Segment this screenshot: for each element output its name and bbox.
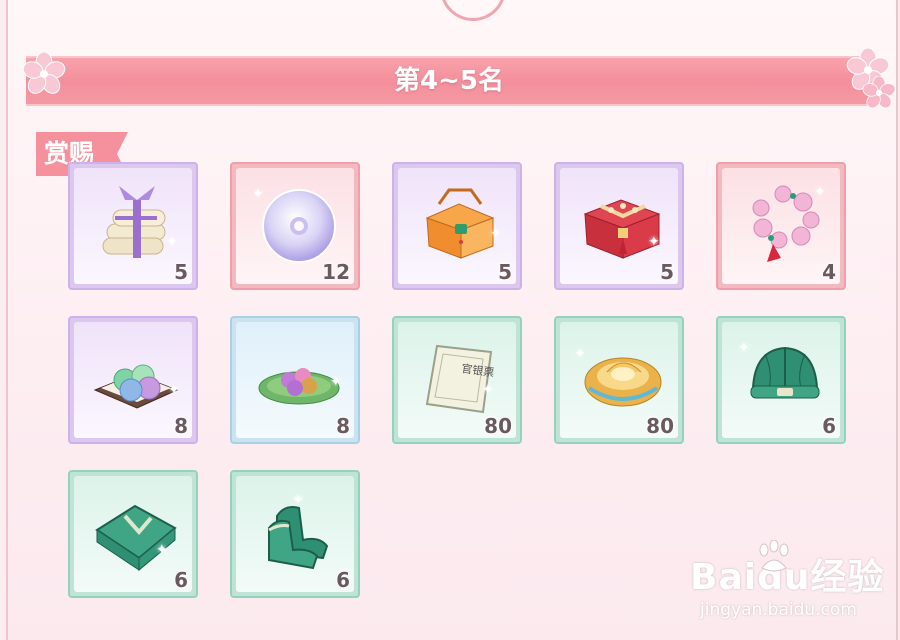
item-count: 4 [822, 260, 836, 284]
reward-item-silver-note[interactable]: 官银票 ✦ 80 [392, 316, 522, 444]
reward-item-lotus-leaf-pearls[interactable]: ✦ 8 [230, 316, 360, 444]
orange-chest-icon [425, 188, 495, 259]
rank-title-bar: 第4~5名 [26, 56, 872, 106]
reward-item-silk-scroll-bundle[interactable]: ✦ 5 [68, 162, 198, 290]
reward-item-green-boots[interactable]: ✦ 6 [230, 470, 360, 598]
watermark-url: jingyan.baidu.com [700, 600, 857, 620]
paw-logo-icon [759, 540, 789, 572]
reward-item-green-cap[interactable]: ✦ 6 [716, 316, 846, 444]
item-count: 5 [660, 260, 674, 284]
item-count: 12 [322, 260, 350, 284]
gold-ingot-icon [584, 357, 662, 407]
item-count: 8 [336, 414, 350, 438]
item-count: 80 [484, 414, 512, 438]
item-count: 6 [174, 568, 188, 592]
sakura-flower-icon [862, 76, 896, 109]
item-count: 5 [174, 260, 188, 284]
reward-item-green-robe[interactable]: ✦ 6 [68, 470, 198, 598]
reward-item-dumpling-plate[interactable]: ✦ 8 [68, 316, 198, 444]
silver-note-icon: 官银票 [425, 344, 495, 414]
silk-scroll-bundle-icon [102, 186, 166, 258]
reward-item-red-chest[interactable]: ✦ 5 [554, 162, 684, 290]
reward-item-pink-bracelet[interactable]: ✦ 4 [716, 162, 846, 290]
item-count: 80 [646, 414, 674, 438]
sakura-flower-icon [22, 52, 66, 94]
item-count: 6 [336, 568, 350, 592]
item-count: 5 [498, 260, 512, 284]
item-count: 6 [822, 414, 836, 438]
reward-item-orange-chest[interactable]: ✦ 5 [392, 162, 522, 290]
red-chest-icon [583, 199, 661, 259]
item-count: 8 [174, 414, 188, 438]
reward-item-gold-ingot[interactable]: ✦ 80 [554, 316, 684, 444]
rank-title: 第4~5名 [394, 66, 504, 96]
green-robe-icon [95, 504, 177, 572]
dumpling-plate-icon [93, 364, 179, 409]
reward-item-jade-disc[interactable]: ✦ 12 [230, 162, 360, 290]
